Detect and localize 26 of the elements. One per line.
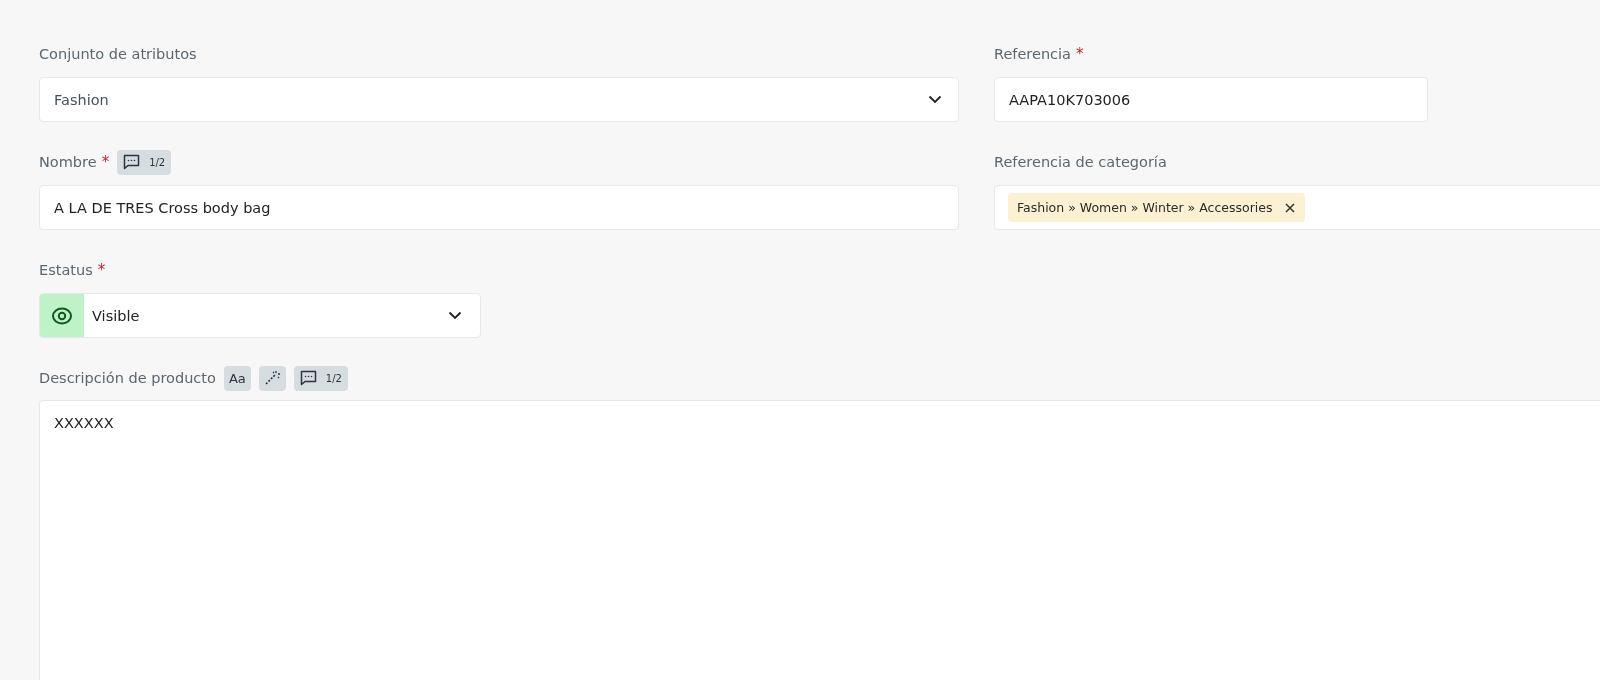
description-textarea[interactable]: XXXXXX bbox=[39, 400, 1600, 680]
reference-input[interactable]: AAPA10K703006 bbox=[994, 77, 1428, 122]
category-input[interactable]: Fashion » Women » Winter » Accessories bbox=[994, 185, 1600, 230]
field-label: Descripción de producto bbox=[39, 370, 216, 386]
field-label: Estatus bbox=[39, 262, 93, 278]
font-button[interactable]: Aa bbox=[223, 365, 251, 391]
category-path: Fashion » Women » Winter » Accessories bbox=[1017, 200, 1273, 215]
field-label: Nombre bbox=[39, 154, 97, 170]
close-icon[interactable] bbox=[1284, 202, 1295, 213]
field-label: Referencia bbox=[994, 46, 1071, 62]
required-asterisk: * bbox=[101, 153, 110, 171]
comment-icon bbox=[123, 154, 141, 170]
field-label: Referencia de categoría bbox=[994, 154, 1167, 170]
translation-button[interactable]: 1/2 bbox=[293, 365, 348, 391]
magic-wand-button[interactable] bbox=[258, 365, 286, 391]
required-asterisk: * bbox=[1076, 45, 1084, 63]
comment-icon bbox=[299, 370, 317, 386]
attribute-set-select[interactable]: Fashion bbox=[39, 77, 959, 122]
chevron-down-icon bbox=[448, 311, 462, 320]
chevron-down-icon bbox=[928, 95, 942, 104]
magic-wand-icon bbox=[264, 370, 281, 386]
translation-button[interactable]: 1/2 bbox=[117, 149, 172, 175]
required-asterisk: * bbox=[97, 261, 106, 279]
field-label: Conjunto de atributos bbox=[39, 46, 197, 62]
name-input[interactable]: A LA DE TRES Cross body bag bbox=[39, 185, 959, 230]
status-select[interactable]: Visible bbox=[39, 293, 481, 338]
